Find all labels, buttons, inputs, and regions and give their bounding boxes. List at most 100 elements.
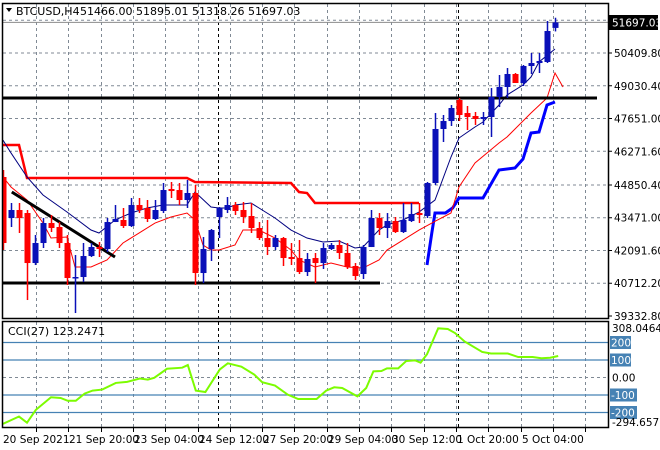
symbol-timeframe: BTCUSD,H4 [16, 5, 80, 18]
candle-bearish [512, 73, 519, 84]
price-axis-label: 44850.40 [614, 180, 660, 192]
candle-body [352, 266, 359, 277]
current-price-label: 51697.03 [609, 15, 660, 30]
cci-axis-label: 200 [611, 338, 631, 350]
candle-body [56, 227, 63, 244]
candle-body [376, 218, 383, 229]
price-axis-label: 50409.80 [614, 48, 660, 60]
candle-body [24, 213, 31, 264]
cci-title: CCI(27) 123.2471 [8, 325, 105, 338]
candle-bearish [192, 185, 199, 286]
candle-body [368, 218, 375, 248]
time-axis-label: 1 Oct 20:00 [457, 434, 519, 446]
candle-body [120, 220, 127, 227]
candle-body [184, 193, 191, 201]
candle-body [496, 86, 503, 98]
candle-body [480, 117, 487, 119]
chart-canvas: 50409.80 49030.40 47651.00 46271.60 44850.40… [0, 0, 660, 450]
candle-body [264, 238, 271, 248]
candle-body [216, 208, 223, 218]
price-axis-label: 47651.00 [614, 114, 660, 126]
candle-body [136, 205, 143, 211]
price-axis-label: 42091.60 [614, 245, 660, 257]
candle-body [256, 228, 263, 239]
candle-body [536, 60, 543, 64]
candle-body [416, 213, 423, 216]
time-axis-label: 29 Sep 04:00 [328, 434, 398, 446]
candle-body [336, 245, 343, 254]
candle-body [8, 210, 15, 219]
price-axis-label: 46271.60 [614, 146, 660, 158]
candle-body [64, 243, 71, 279]
candle-body [16, 210, 23, 219]
candle-body [328, 245, 335, 250]
candle-body [448, 108, 455, 122]
candle-body [528, 63, 535, 67]
candle-body [440, 121, 447, 129]
current-price-value: 51697.03 [612, 18, 660, 30]
price-axis-label: 49030.40 [614, 81, 660, 93]
candle-bullish [360, 245, 367, 280]
candle-body [160, 190, 167, 212]
candle-body [104, 222, 111, 250]
time-axis-label: 5 Oct 04:00 [522, 434, 584, 446]
candle-body [488, 97, 495, 118]
candle-body [168, 189, 175, 192]
cci-axis-label: -294.6575 [612, 417, 660, 429]
candle-body [384, 221, 391, 229]
candle-body [304, 259, 311, 273]
candle-bullish [104, 218, 111, 253]
candle-body [344, 253, 351, 268]
candle-body [240, 210, 247, 218]
candle-body [128, 205, 135, 227]
candle-body [88, 247, 95, 257]
candle-body [296, 258, 303, 273]
cci-axis-label: 308.0464 [612, 323, 660, 335]
time-axis-label: 30 Sep 12:00 [392, 434, 462, 446]
background [0, 0, 660, 450]
candle-body [280, 238, 287, 259]
candle-body [248, 216, 255, 229]
candle-body [408, 214, 415, 222]
price-axis-label: 40712.20 [614, 278, 660, 290]
candle-body [232, 205, 239, 212]
candle-body [520, 66, 527, 84]
price-axis-label: 43471.00 [614, 213, 660, 225]
candle-body [504, 74, 511, 87]
candle-body [224, 205, 231, 211]
candle-body [424, 183, 431, 217]
candle-body [192, 193, 199, 274]
candle-body [320, 248, 327, 264]
candle-body [312, 258, 319, 264]
price-axis-label: 39332.80 [614, 311, 660, 323]
cci-axis-label: 100 [611, 355, 631, 367]
candle-body [152, 210, 159, 220]
candle-body [176, 190, 183, 201]
candle-body [272, 238, 279, 248]
chart-header: BTCUSD,H4 51466.00 51895.01 51318.26 516… [6, 5, 300, 18]
candle-body [512, 74, 519, 84]
cci-axis-label: -100 [611, 390, 635, 402]
candle-body [464, 113, 471, 118]
time-axis-label: 20 Sep 2021 [3, 434, 70, 446]
candle-body [392, 221, 399, 233]
candle-body [288, 257, 295, 260]
candle-body [72, 277, 79, 279]
candle-body [48, 223, 55, 229]
candle-body [360, 247, 367, 275]
candle-body [80, 256, 87, 278]
candle-body [144, 208, 151, 220]
candle-body [456, 100, 463, 116]
candle-body [32, 243, 39, 264]
candle-body [96, 247, 103, 250]
candle-body [472, 116, 479, 119]
candle-body [400, 220, 407, 233]
time-axis-label: 23 Sep 04:00 [134, 434, 204, 446]
candle-bullish [520, 65, 527, 86]
candle-bullish [424, 182, 431, 219]
time-axis-label: 21 Sep 20:00 [69, 434, 139, 446]
time-axis-label: 27 Sep 20:00 [263, 434, 333, 446]
candle-body [208, 230, 215, 250]
time-axis-label: 24 Sep 12:00 [199, 434, 269, 446]
ohlc-values: 51466.00 51895.01 51318.26 51697.03 [80, 5, 300, 18]
